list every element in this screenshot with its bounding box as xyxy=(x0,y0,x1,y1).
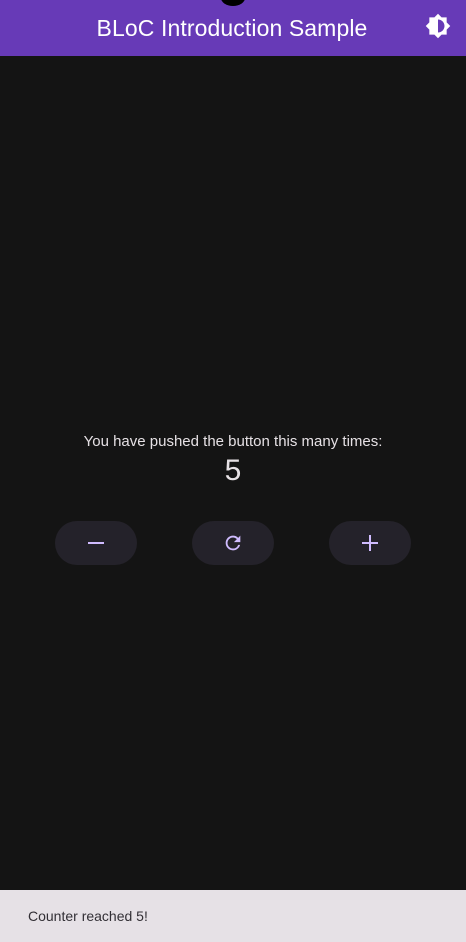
app-screen: BLoC Introduction Sample You have pushed… xyxy=(0,0,466,942)
reset-button[interactable] xyxy=(192,521,274,565)
increment-button[interactable] xyxy=(329,521,411,565)
brightness-icon xyxy=(425,13,451,39)
plus-icon xyxy=(362,535,378,551)
app-bar: BLoC Introduction Sample xyxy=(0,0,466,56)
decrement-button[interactable] xyxy=(55,521,137,565)
theme-toggle-button[interactable] xyxy=(424,12,452,40)
refresh-icon xyxy=(225,535,241,551)
camera-notch xyxy=(221,0,245,6)
counter-value: 5 xyxy=(224,454,242,487)
counter-message: You have pushed the button this many tim… xyxy=(83,433,383,450)
main-content: You have pushed the button this many tim… xyxy=(0,56,466,890)
minus-icon xyxy=(88,542,104,544)
app-title: BLoC Introduction Sample xyxy=(96,14,368,41)
snackbar: Counter reached 5! xyxy=(0,890,466,942)
snackbar-message: Counter reached 5! xyxy=(28,908,148,924)
